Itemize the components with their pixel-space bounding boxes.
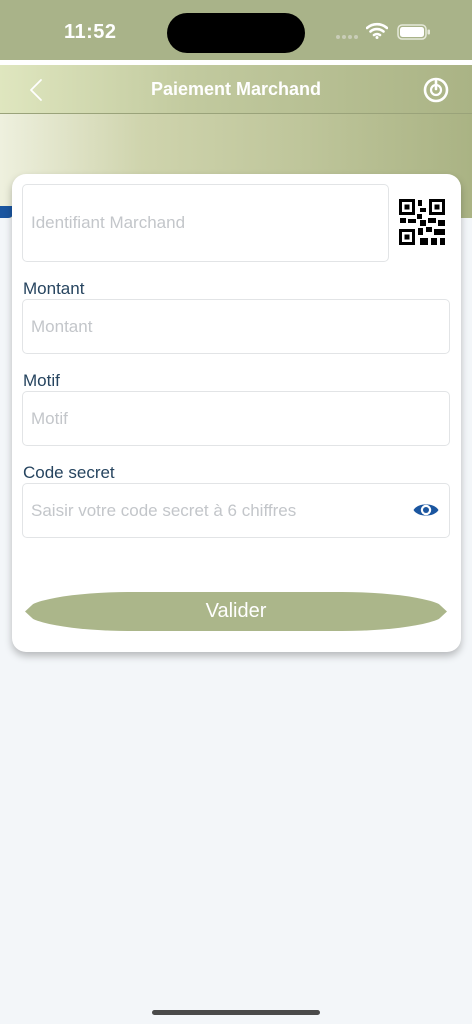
amount-placeholder: Montant xyxy=(31,316,93,336)
battery-icon xyxy=(397,24,430,40)
page-title: Paiement Marchand xyxy=(150,79,322,99)
reason-placeholder: Motif xyxy=(31,408,68,428)
status-time: 11:52 xyxy=(64,21,117,43)
dynamic-island xyxy=(167,13,305,53)
qr-code-icon[interactable] xyxy=(398,198,446,246)
secret-code-label: Code secret xyxy=(23,463,115,482)
merchant-id-input[interactable]: Identifiant Marchand xyxy=(22,184,389,262)
app-header: Paiement Marchand xyxy=(0,65,472,113)
power-icon[interactable] xyxy=(422,76,450,104)
reason-label: Motif xyxy=(23,371,60,390)
cellular-signal-icon xyxy=(336,35,358,39)
reason-input[interactable]: Motif xyxy=(22,391,450,446)
hero-divider xyxy=(0,113,472,114)
secret-code-placeholder: Saisir votre code secret à 6 chiffres xyxy=(31,500,297,520)
secret-code-input[interactable]: Saisir votre code secret à 6 chiffres xyxy=(22,483,450,538)
merchant-id-placeholder: Identifiant Marchand xyxy=(31,213,186,232)
payment-form-card: Identifiant Marchand Montant Montant Mot… xyxy=(12,174,461,652)
validate-button[interactable]: Valider xyxy=(25,592,447,631)
home-indicator[interactable] xyxy=(152,1010,320,1015)
status-bar: 11:52 xyxy=(0,0,472,60)
amount-input[interactable]: Montant xyxy=(22,299,450,354)
amount-label: Montant xyxy=(23,279,85,298)
eye-icon[interactable] xyxy=(412,500,440,520)
wifi-icon xyxy=(366,22,388,39)
